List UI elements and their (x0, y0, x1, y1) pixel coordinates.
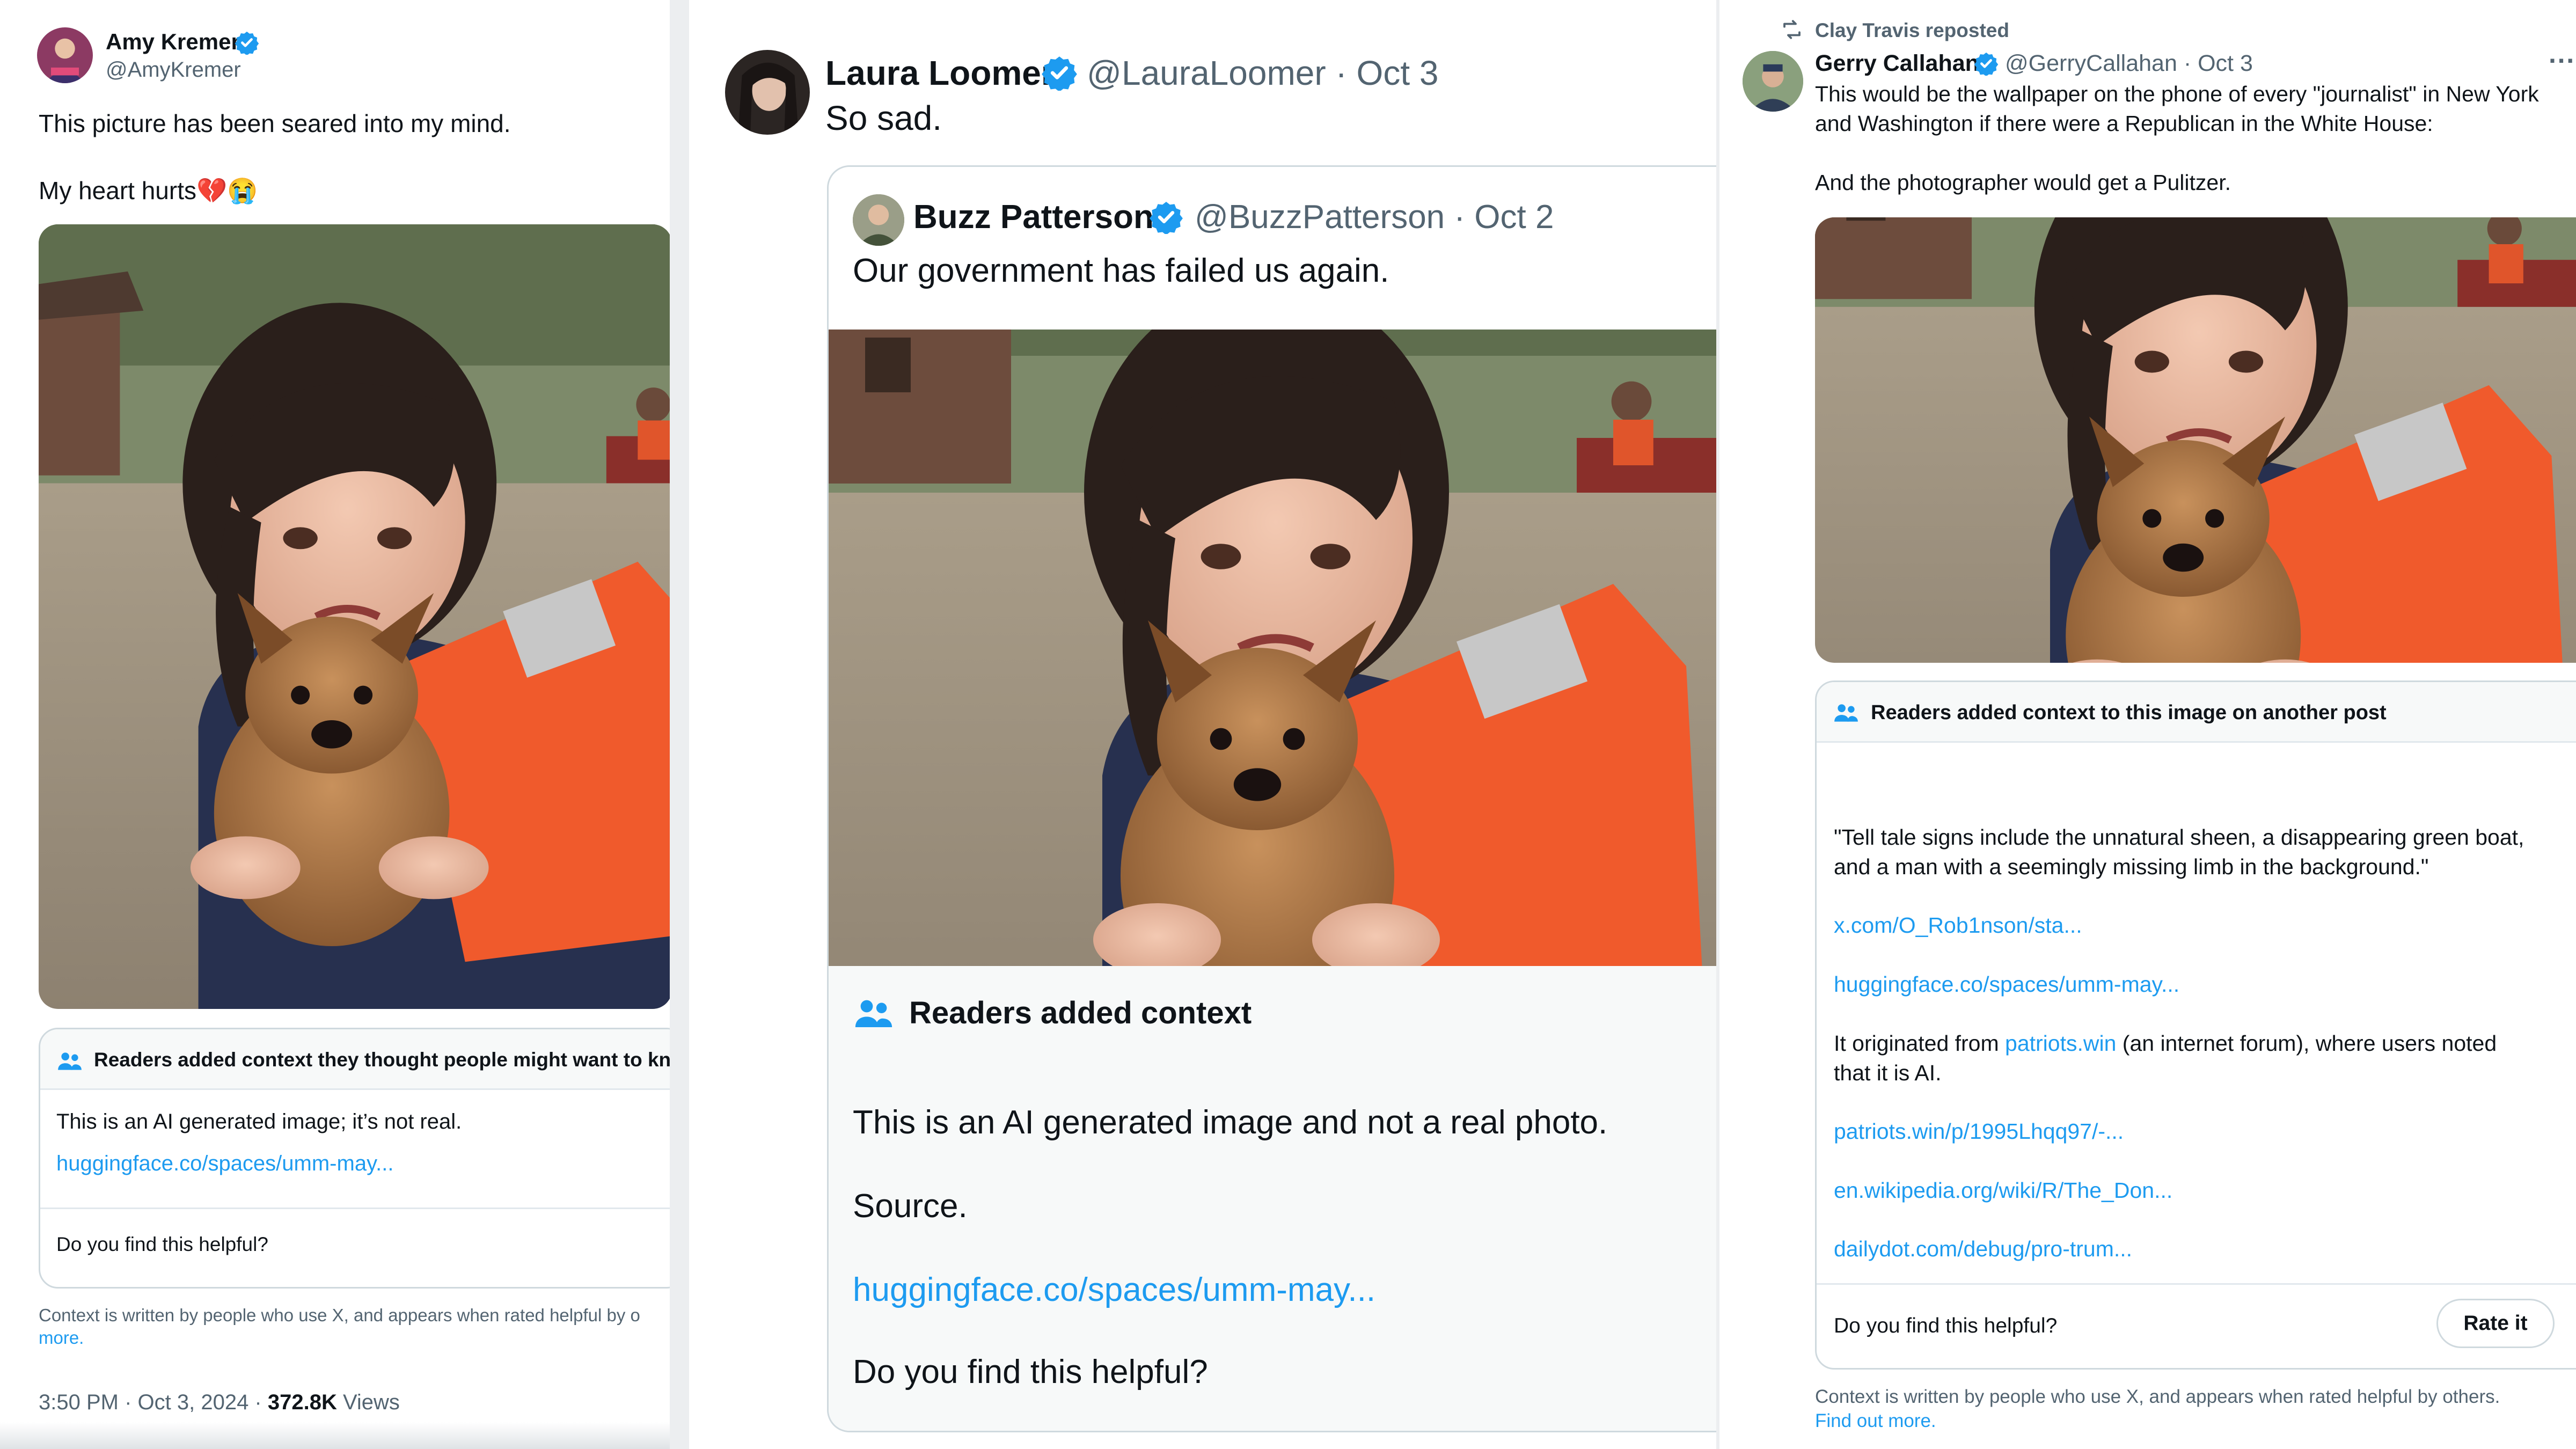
people-icon (1833, 699, 1860, 726)
note-heading: Readers added context they thought peopl… (94, 1049, 670, 1071)
find-out-more-link[interactable]: Find out more. (1815, 1410, 1936, 1432)
note-link[interactable]: huggingface.co/spaces/umm-may... (1834, 972, 2179, 997)
verified-icon (1149, 200, 1183, 234)
author-name[interactable]: Amy Kremer (106, 29, 240, 55)
quoted-tweet[interactable]: Buzz Patterson @BuzzPatterson · Oct 2 Ou… (827, 165, 1716, 1432)
tweet-panel-amy-kremer: Amy Kremer @AmyKremer This picture has b… (0, 0, 670, 1449)
avatar[interactable] (1743, 51, 1803, 112)
verified-icon (1974, 51, 1999, 76)
note-footer: Context is written by people who use X, … (39, 1305, 640, 1325)
origin-link[interactable]: patriots.win (2005, 1031, 2116, 1056)
timestamp-text[interactable]: 3:50 PM · Oct 3, 2024 · (39, 1391, 268, 1414)
views-label: Views (336, 1391, 400, 1414)
note-body: This is an AI generated image and not a … (853, 1104, 1608, 1141)
note-link[interactable]: en.wikipedia.org/wiki/R/The_Don... (1834, 1178, 2172, 1203)
origin-suffix: (an internet forum), where users noted (2116, 1031, 2497, 1056)
note-origin: It originated from patriots.win (an inte… (1834, 1031, 2497, 1056)
author-handle: @GerryCallahan · Oct 3 (2005, 50, 2253, 77)
note-link[interactable]: huggingface.co/spaces/umm-may... (56, 1152, 393, 1176)
more-options-icon[interactable]: ··· (2549, 45, 2575, 76)
rate-it-button[interactable]: Rate it (2436, 1299, 2555, 1348)
note-body: This is an AI generated image; it’s not … (56, 1110, 462, 1133)
helpful-question: Do you find this helpful? (1834, 1314, 2058, 1337)
post-date[interactable]: · Oct 3 (1335, 54, 1438, 92)
note-quote: "Tell tale signs include the unnatural s… (1834, 825, 2524, 850)
handle-text[interactable]: @BuzzPatterson (1195, 199, 1445, 236)
divider (40, 1208, 670, 1209)
avatar[interactable] (37, 27, 93, 83)
author-handle[interactable]: @AmyKremer (106, 58, 241, 82)
quoted-tweet-image[interactable] (829, 330, 1716, 966)
quoted-author-name[interactable]: Buzz Patterson (913, 198, 1154, 236)
quoted-author-handle: @BuzzPatterson · Oct 2 (1195, 198, 1554, 236)
divider (1817, 1283, 2576, 1285)
note-source-label: Source. (853, 1188, 968, 1225)
people-icon (853, 992, 895, 1034)
author-name[interactable]: Gerry Callahan (1815, 50, 1979, 77)
tweet-text: And the photographer would get a Pulitze… (1815, 170, 2231, 195)
panel-fade (0, 1422, 670, 1449)
tweet-panel-gerry-callahan: Clay Travis reposted Gerry Callahan @Ger… (1719, 0, 2576, 1449)
note-link[interactable]: dailydot.com/debug/pro-trum... (1834, 1236, 2132, 1262)
helpful-question: Do you find this helpful? (853, 1353, 1208, 1391)
note-footer: Context is written by people who use X, … (1815, 1386, 2500, 1407)
handle-text[interactable]: @GerryCallahan (2005, 50, 2177, 76)
avatar[interactable] (853, 194, 904, 246)
note-heading: Readers added context (909, 996, 1252, 1030)
verified-icon (1041, 54, 1078, 91)
tweet-panel-laura-loomer: Laura Loomer @LauraLoomer · Oct 3 So sad… (689, 0, 1716, 1449)
tweet-text: and Washington if there were a Republica… (1815, 111, 2433, 136)
timestamp: 3:50 PM · Oct 3, 2024 · 372.8K Views (39, 1391, 400, 1415)
community-note: Readers added context to this image on a… (1815, 680, 2576, 1370)
tweet-text: This picture has been seared into my min… (39, 109, 511, 137)
learn-more-link[interactable]: more. (39, 1328, 84, 1348)
verified-icon (235, 30, 259, 55)
tweet-text: So sad. (825, 99, 942, 137)
origin-prefix: It originated from (1834, 1031, 2006, 1056)
repost-label[interactable]: Clay Travis reposted (1815, 19, 2009, 42)
helpful-question: Do you find this helpful? (56, 1233, 268, 1255)
note-heading: Readers added context to this image on a… (1871, 701, 2387, 724)
note-link[interactable]: x.com/O_Rob1nson/sta... (1834, 913, 2082, 938)
tweet-text: My heart hurts💔😭 (39, 177, 258, 204)
tweet-image[interactable] (39, 224, 670, 1009)
avatar[interactable] (725, 50, 810, 135)
post-date[interactable]: · Oct 2 (1454, 199, 1554, 236)
repost-icon (1783, 20, 1801, 39)
tweet-text: This would be the wallpaper on the phone… (1815, 82, 2539, 106)
tweet-image[interactable] (1815, 217, 2576, 663)
author-handle: @LauraLoomer · Oct 3 (1087, 53, 1438, 93)
post-date[interactable]: · Oct 3 (2184, 50, 2253, 76)
author-name[interactable]: Laura Loomer (825, 53, 1055, 93)
people-icon (56, 1048, 83, 1074)
handle-text[interactable]: @LauraLoomer (1087, 54, 1326, 92)
note-origin: that it is AI. (1834, 1060, 1942, 1085)
note-link[interactable]: huggingface.co/spaces/umm-may... (853, 1271, 1375, 1309)
views-count: 372.8K (267, 1391, 337, 1414)
community-note: Readers added context they thought peopl… (39, 1028, 670, 1289)
note-link[interactable]: patriots.win/p/1995Lhqq97/-... (1834, 1119, 2124, 1144)
quoted-tweet-text: Our government has failed us again. (853, 252, 1389, 289)
note-quote: and a man with a seemingly missing limb … (1834, 854, 2429, 879)
